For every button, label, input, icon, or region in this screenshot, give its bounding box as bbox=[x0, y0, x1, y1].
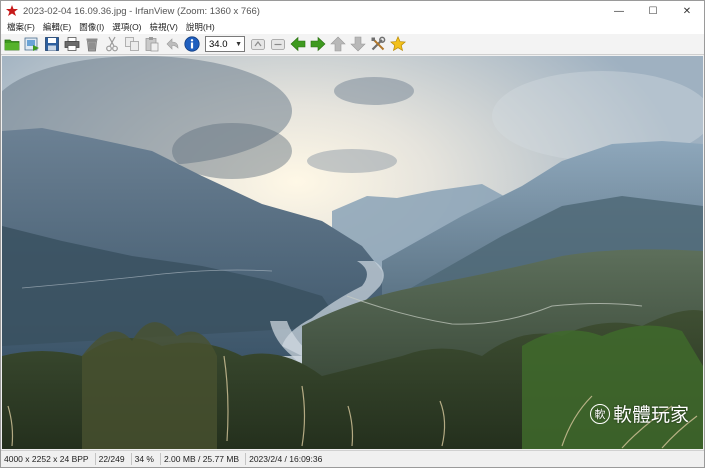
status-index: 22/249 bbox=[96, 453, 132, 465]
landscape-photo bbox=[2, 56, 703, 449]
save-button[interactable] bbox=[43, 35, 61, 53]
delete-icon bbox=[86, 38, 98, 52]
open-button[interactable] bbox=[3, 35, 21, 53]
zoom-in-icon bbox=[251, 39, 265, 50]
slideshow-icon bbox=[24, 37, 39, 51]
zoom-value: 34.0 bbox=[209, 38, 228, 50]
prev-icon bbox=[290, 36, 306, 52]
status-datetime: 2023/2/4 / 16:09:36 bbox=[249, 454, 323, 464]
menu-options[interactable]: 選項(O) bbox=[112, 21, 141, 34]
paste-icon bbox=[145, 37, 159, 52]
zoom-out-icon bbox=[271, 39, 285, 50]
status-zoom: 34 % bbox=[132, 453, 161, 465]
print-icon bbox=[64, 37, 80, 51]
copy-button[interactable] bbox=[123, 35, 141, 53]
maximize-button[interactable]: ☐ bbox=[636, 1, 670, 21]
cut-icon bbox=[106, 36, 118, 52]
zoom-out-button[interactable] bbox=[269, 35, 287, 53]
copy-icon bbox=[125, 37, 139, 51]
zoom-in-button[interactable] bbox=[249, 35, 267, 53]
first-image-button[interactable] bbox=[329, 35, 347, 53]
last-icon bbox=[350, 36, 366, 52]
irfanview-window: 2023-02-04 16.09.36.jpg - IrfanView (Zoo… bbox=[0, 0, 705, 468]
minimize-button[interactable]: — bbox=[602, 1, 636, 21]
favorite-icon bbox=[390, 36, 406, 52]
status-bar: 4000 x 2252 x 24 BPP 22/249 34 % 2.00 MB… bbox=[1, 450, 704, 467]
menu-help[interactable]: 說明(H) bbox=[186, 21, 215, 34]
watermark-text: 軟體玩家 bbox=[612, 404, 689, 426]
print-button[interactable] bbox=[63, 35, 81, 53]
menu-bar: 檔案(F) 編輯(E) 圖像(I) 選項(O) 檢視(V) 說明(H) bbox=[1, 21, 704, 34]
favorite-button[interactable] bbox=[389, 35, 407, 53]
title-bar[interactable]: 2023-02-04 16.09.36.jpg - IrfanView (Zoo… bbox=[1, 1, 704, 21]
watermark: 軟 軟體玩家 bbox=[589, 400, 689, 427]
save-icon bbox=[45, 37, 59, 51]
open-folder-icon bbox=[4, 39, 20, 51]
status-dimensions: 4000 x 2252 x 24 BPP bbox=[1, 453, 96, 465]
zoom-combo[interactable]: 34.0 ▼ bbox=[205, 36, 245, 52]
next-image-button[interactable] bbox=[309, 35, 327, 53]
previous-image-button[interactable] bbox=[289, 35, 307, 53]
close-button[interactable]: ✕ bbox=[670, 1, 704, 21]
menu-view[interactable]: 檢視(V) bbox=[150, 21, 178, 34]
next-icon bbox=[310, 36, 326, 52]
menu-edit[interactable]: 編輯(E) bbox=[43, 21, 71, 34]
status-filesize: 2.00 MB / 25.77 MB bbox=[161, 453, 247, 465]
window-title: 2023-02-04 16.09.36.jpg - IrfanView (Zoo… bbox=[23, 5, 260, 17]
irfanview-app-icon bbox=[6, 5, 18, 16]
paste-button[interactable] bbox=[143, 35, 161, 53]
window-controls: — ☐ ✕ bbox=[602, 1, 704, 21]
watermark-logo: 軟 bbox=[589, 403, 610, 424]
first-icon bbox=[330, 36, 346, 52]
cut-button[interactable] bbox=[103, 35, 121, 53]
image-viewport[interactable]: 軟 軟體玩家 bbox=[2, 56, 703, 449]
info-icon bbox=[184, 36, 200, 52]
settings-button[interactable] bbox=[369, 35, 387, 53]
chevron-down-icon: ▼ bbox=[235, 40, 242, 48]
menu-image[interactable]: 圖像(I) bbox=[79, 21, 104, 34]
info-button[interactable] bbox=[183, 35, 201, 53]
undo-button[interactable] bbox=[163, 35, 181, 53]
slideshow-button[interactable] bbox=[23, 35, 41, 53]
toolbar: 34.0 ▼ bbox=[1, 34, 704, 55]
undo-icon bbox=[166, 38, 179, 50]
delete-button[interactable] bbox=[83, 35, 101, 53]
last-image-button[interactable] bbox=[349, 35, 367, 53]
settings-icon bbox=[371, 36, 386, 51]
menu-file[interactable]: 檔案(F) bbox=[7, 21, 35, 34]
